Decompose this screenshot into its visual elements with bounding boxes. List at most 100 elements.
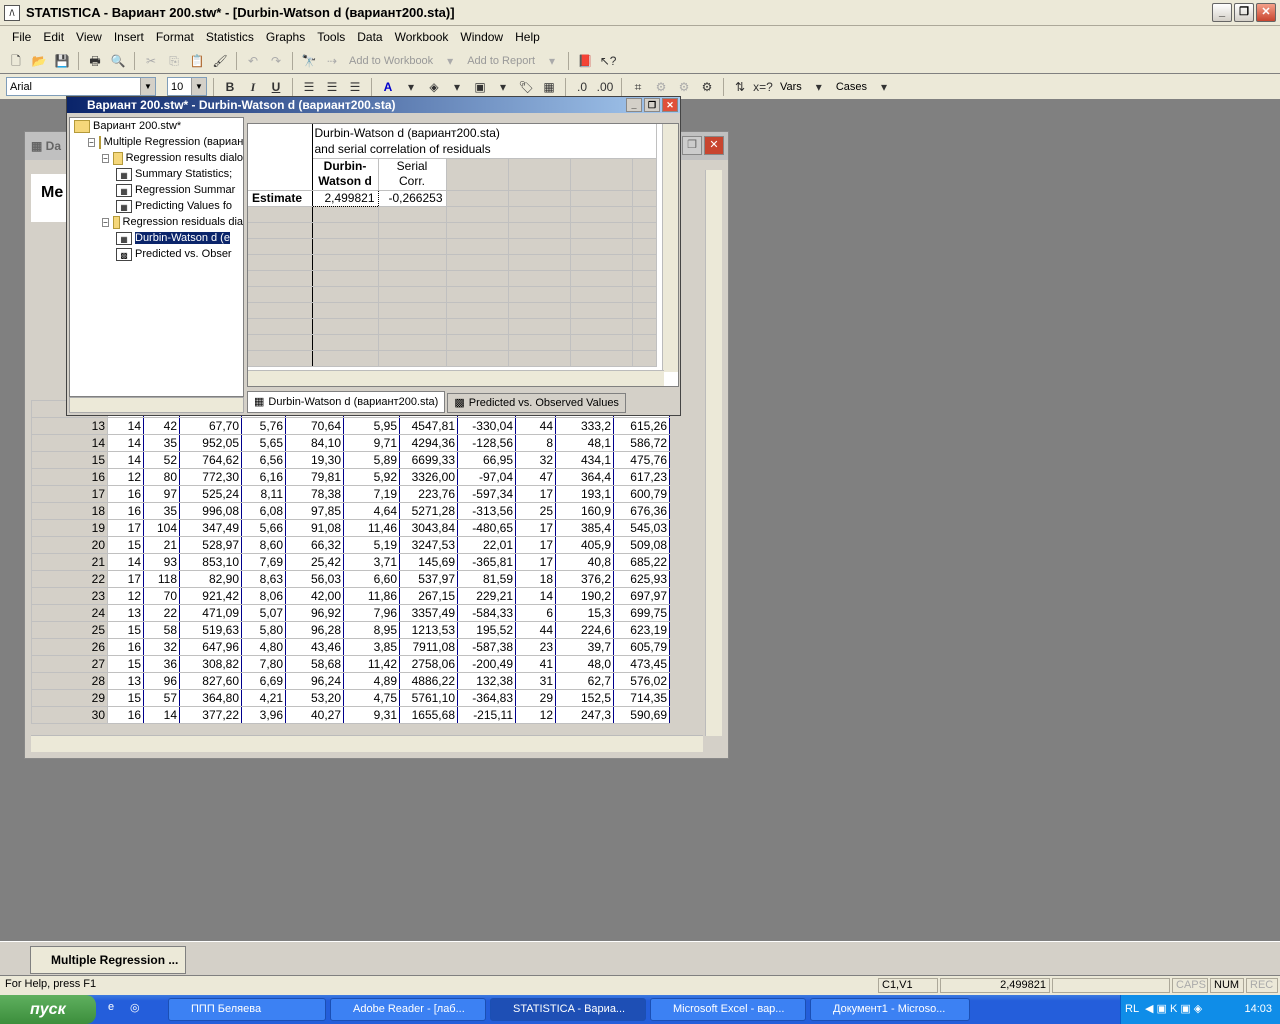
data-cell[interactable]: 8,06	[241, 587, 286, 605]
data-cell[interactable]: 96,92	[285, 604, 344, 622]
data-cell[interactable]: 97,85	[285, 502, 344, 520]
data-cell[interactable]: 509,08	[613, 536, 670, 554]
tree-item[interactable]: ▦ Predicting Values fo	[70, 198, 243, 214]
task-adobe-reader[interactable]: Adobe Reader - [лаб...	[330, 998, 486, 1021]
data-cell[interactable]: 48,0	[555, 655, 614, 673]
data-cell[interactable]: 43,46	[285, 638, 344, 656]
tree-item[interactable]: Вариант 200.stw*	[70, 118, 243, 134]
format-painter-icon[interactable]: 🖌	[210, 51, 230, 71]
quicklaunch-icon[interactable]: ◎	[130, 1001, 140, 1014]
data-cell[interactable]: 545,03	[613, 519, 670, 537]
data-cell[interactable]: 17	[515, 536, 556, 554]
task-ppp-belyaeva[interactable]: ППП Беляева	[168, 998, 326, 1021]
collapse-icon[interactable]: −	[102, 153, 109, 163]
data-cell[interactable]: 600,79	[613, 485, 670, 503]
row-header[interactable]: 30	[31, 706, 108, 724]
data-cell[interactable]: 22	[143, 604, 180, 622]
serial-corr-value-cell[interactable]: -0,266253	[378, 189, 447, 207]
data-cell[interactable]: 2758,06	[399, 655, 458, 673]
data-cell[interactable]: 22,01	[457, 536, 516, 554]
row-header[interactable]: 15	[31, 451, 108, 469]
sheet-horizontal-scrollbar[interactable]	[248, 370, 664, 386]
data-cell[interactable]: 56,03	[285, 570, 344, 588]
open-icon[interactable]: 📂	[29, 51, 49, 71]
menu-edit[interactable]: Edit	[37, 30, 70, 44]
data-cell[interactable]: 647,96	[179, 638, 242, 656]
cases-button[interactable]: Cases	[832, 81, 871, 93]
data-cell[interactable]: 1655,68	[399, 706, 458, 724]
data-cell[interactable]: 14	[107, 451, 144, 469]
underline-button[interactable]: U	[266, 77, 286, 97]
data-cell[interactable]: 29	[515, 689, 556, 707]
data-cell[interactable]: 4,80	[241, 638, 286, 656]
cut-icon[interactable]: ✂	[141, 51, 161, 71]
row-header-estimate[interactable]: Estimate	[248, 189, 313, 207]
data-cell[interactable]: -364,83	[457, 689, 516, 707]
data-cell[interactable]: 11,86	[343, 587, 400, 605]
language-indicator[interactable]: RL	[1125, 1003, 1139, 1015]
data-cell[interactable]: 528,97	[179, 536, 242, 554]
decrease-decimal-icon[interactable]: .00	[595, 77, 615, 97]
redo-icon[interactable]: ↷	[266, 51, 286, 71]
data-cell[interactable]: 79,81	[285, 468, 344, 486]
data-cell[interactable]: 347,49	[179, 519, 242, 537]
data-cell[interactable]: 5,76	[241, 417, 286, 435]
data-cell[interactable]: 7,69	[241, 553, 286, 571]
data-cell[interactable]: 714,35	[613, 689, 670, 707]
data-cell[interactable]: 67,70	[179, 417, 242, 435]
data-cell[interactable]: 66,32	[285, 536, 344, 554]
data-cell[interactable]: 96	[143, 672, 180, 690]
data-cell[interactable]: 11,42	[343, 655, 400, 673]
data-cell[interactable]: 7,96	[343, 604, 400, 622]
menu-insert[interactable]: Insert	[108, 30, 150, 44]
new-icon[interactable]: 🗋	[6, 51, 26, 71]
collapse-icon[interactable]: −	[102, 217, 109, 227]
data-cell[interactable]: 586,72	[613, 434, 670, 452]
chevron-down-icon[interactable]: ▾	[440, 51, 460, 71]
data-cell[interactable]: 6,56	[241, 451, 286, 469]
italic-button[interactable]: I	[243, 77, 263, 97]
data-cell[interactable]: 16	[107, 638, 144, 656]
data-cell[interactable]: -128,56	[457, 434, 516, 452]
data-cell[interactable]: 39,7	[555, 638, 614, 656]
row-header[interactable]: 20	[31, 536, 108, 554]
fill-color-icon[interactable]: ◈	[424, 77, 444, 97]
data-cell[interactable]: 32	[143, 638, 180, 656]
align-left-icon[interactable]: ☰	[299, 77, 319, 97]
data-cell[interactable]: 405,9	[555, 536, 614, 554]
row-header[interactable]: 22	[31, 570, 108, 588]
data-cell[interactable]: 3,85	[343, 638, 400, 656]
data-cell[interactable]: 32	[515, 451, 556, 469]
data-cell[interactable]: 145,69	[399, 553, 458, 571]
tree-horizontal-scrollbar[interactable]	[69, 397, 244, 413]
minimized-window-button[interactable]: Multiple Regression ...	[30, 946, 186, 974]
row-header[interactable]: 28	[31, 672, 108, 690]
data-cell[interactable]: 15	[107, 536, 144, 554]
data-cell[interactable]: -97,04	[457, 468, 516, 486]
data-cell[interactable]: 308,82	[179, 655, 242, 673]
vars-button[interactable]: Vars	[776, 81, 806, 93]
row-header[interactable]: 27	[31, 655, 108, 673]
data-cell[interactable]: 80	[143, 468, 180, 486]
data-cell[interactable]: 364,80	[179, 689, 242, 707]
chevron-down-icon[interactable]: ▾	[401, 77, 421, 97]
data-cell[interactable]: 35	[143, 434, 180, 452]
data-cell[interactable]: -330,04	[457, 417, 516, 435]
data-cell[interactable]: 5,65	[241, 434, 286, 452]
data-cell[interactable]: 132,38	[457, 672, 516, 690]
undo-icon[interactable]: ↶	[243, 51, 263, 71]
data-cell[interactable]: 4886,22	[399, 672, 458, 690]
data-cell[interactable]: 17	[515, 519, 556, 537]
formula-icon[interactable]: x=?	[753, 77, 773, 97]
data-cell[interactable]: 16	[107, 485, 144, 503]
row-header[interactable]: 16	[31, 468, 108, 486]
data-cell[interactable]: 14	[107, 417, 144, 435]
data-cell[interactable]: 48,1	[555, 434, 614, 452]
borders-icon[interactable]: ▣	[470, 77, 490, 97]
data-cell[interactable]: 5271,28	[399, 502, 458, 520]
data-cell[interactable]: 525,24	[179, 485, 242, 503]
start-button[interactable]: пуск	[0, 995, 96, 1024]
row-header[interactable]: 26	[31, 638, 108, 656]
data-cell[interactable]: 152,5	[555, 689, 614, 707]
data-cell[interactable]: 4547,81	[399, 417, 458, 435]
